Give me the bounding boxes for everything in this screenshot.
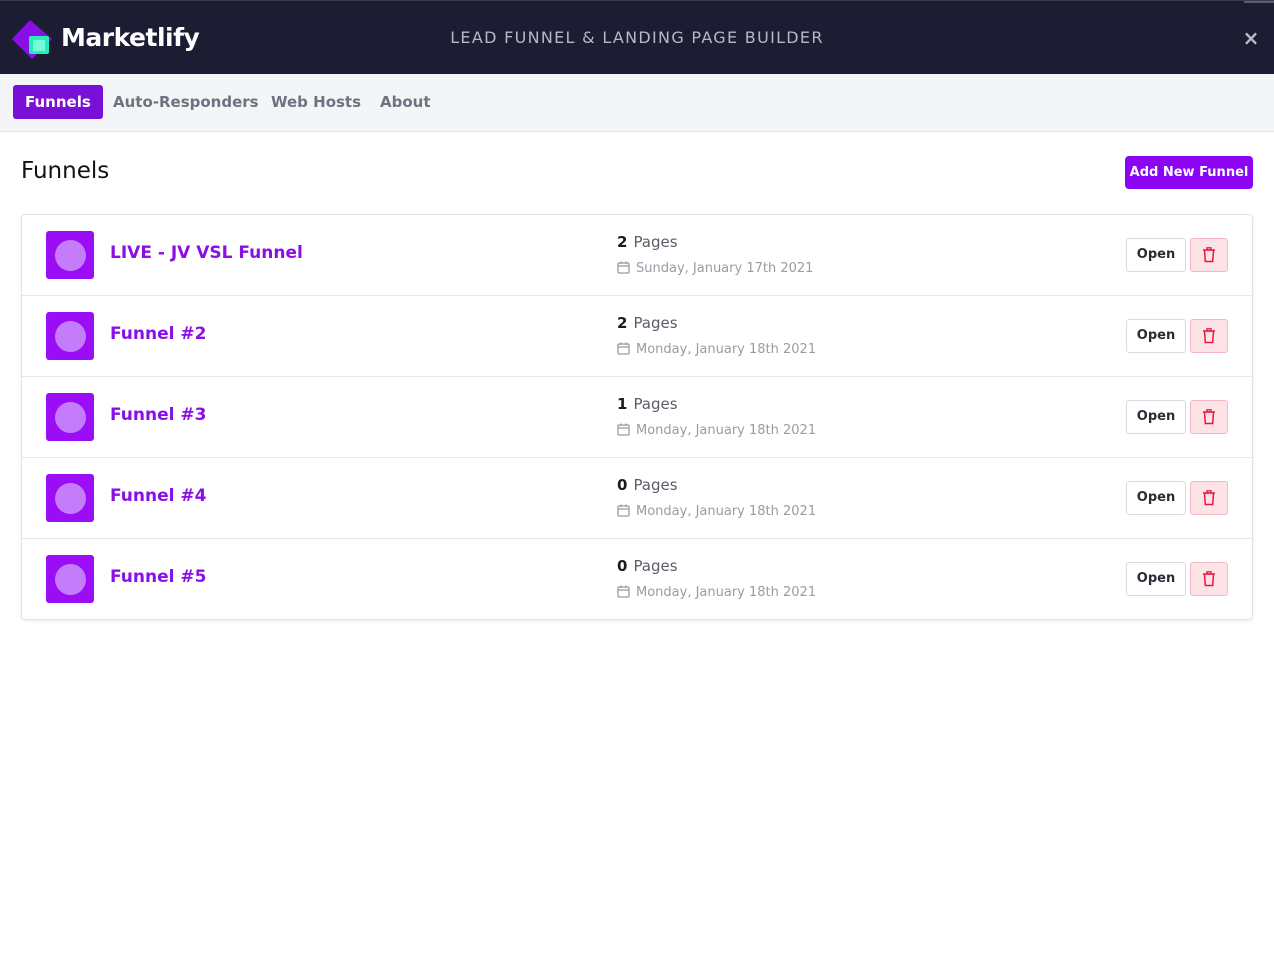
funnel-row: Funnel #2 2 Pages Monday, January 18th 20… xyxy=(22,296,1252,377)
open-button[interactable]: Open xyxy=(1126,319,1186,353)
funnel-thumbnail xyxy=(46,231,94,279)
funnel-list: LIVE - JV VSL Funnel 2 Pages Sunday, Janu… xyxy=(21,214,1253,620)
funnel-thumbnail-circle xyxy=(55,564,86,595)
app-title: LEAD FUNNEL & LANDING PAGE BUILDER xyxy=(450,28,824,47)
open-button[interactable]: Open xyxy=(1126,562,1186,596)
funnel-date-text: Sunday, January 17th 2021 xyxy=(636,261,814,276)
funnel-date-text: Monday, January 18th 2021 xyxy=(636,504,817,519)
pages-label: Pages xyxy=(633,233,678,251)
funnel-name[interactable]: Funnel #5 xyxy=(110,567,206,587)
funnel-thumbnail-circle xyxy=(55,321,86,352)
funnel-date-text: Monday, January 18th 2021 xyxy=(636,585,817,600)
calendar-icon xyxy=(617,261,630,274)
funnel-date: Monday, January 18th 2021 xyxy=(617,504,816,519)
pages-label: Pages xyxy=(633,476,678,494)
pages-label: Pages xyxy=(633,314,678,332)
trash-icon xyxy=(1203,328,1215,344)
funnel-date: Monday, January 18th 2021 xyxy=(617,342,816,357)
funnel-thumbnail-circle xyxy=(55,402,86,433)
open-button[interactable]: Open xyxy=(1126,481,1186,515)
close-icon[interactable]: × xyxy=(1240,25,1262,51)
trash-icon xyxy=(1203,490,1215,506)
funnel-row: Funnel #3 1 Pages Monday, January 18th 20… xyxy=(22,377,1252,458)
funnel-date-text: Monday, January 18th 2021 xyxy=(636,423,817,438)
tab-web-hosts[interactable]: Web Hosts xyxy=(259,85,373,119)
page-title: Funnels xyxy=(21,158,110,184)
page-count-value: 2 xyxy=(617,233,628,251)
funnel-thumbnail-circle xyxy=(55,240,86,271)
calendar-icon xyxy=(617,342,630,355)
trash-icon xyxy=(1203,409,1215,425)
delete-button[interactable] xyxy=(1190,238,1228,272)
delete-button[interactable] xyxy=(1190,481,1228,515)
delete-button[interactable] xyxy=(1190,319,1228,353)
page-count: 0 Pages xyxy=(617,476,678,494)
page-count-value: 2 xyxy=(617,314,628,332)
funnel-thumbnail-circle xyxy=(55,483,86,514)
pages-label: Pages xyxy=(633,395,678,413)
delete-button[interactable] xyxy=(1190,400,1228,434)
funnel-date: Monday, January 18th 2021 xyxy=(617,585,816,600)
funnel-date-text: Monday, January 18th 2021 xyxy=(636,342,817,357)
title-bar: Marketlify LEAD FUNNEL & LANDING PAGE BU… xyxy=(0,0,1274,74)
funnel-thumbnail xyxy=(46,555,94,603)
funnel-thumbnail xyxy=(46,393,94,441)
funnel-name[interactable]: LIVE - JV VSL Funnel xyxy=(110,243,303,263)
window-edge xyxy=(1244,1,1274,3)
funnel-date: Monday, January 18th 2021 xyxy=(617,423,816,438)
pages-label: Pages xyxy=(633,557,678,575)
tab-funnels[interactable]: Funnels xyxy=(13,85,103,119)
add-new-funnel-button[interactable]: Add New Funnel xyxy=(1125,156,1253,189)
funnel-thumbnail xyxy=(46,474,94,522)
tab-bar: Funnels Auto-Responders Web Hosts About xyxy=(0,74,1274,132)
funnel-row: LIVE - JV VSL Funnel 2 Pages Sunday, Janu… xyxy=(22,215,1252,296)
trash-icon xyxy=(1203,247,1215,263)
calendar-icon xyxy=(617,504,630,517)
trash-icon xyxy=(1203,571,1215,587)
page-count-value: 0 xyxy=(617,557,628,575)
funnel-name[interactable]: Funnel #4 xyxy=(110,486,206,506)
funnel-row: Funnel #4 0 Pages Monday, January 18th 20… xyxy=(22,458,1252,539)
tab-about[interactable]: About xyxy=(368,85,443,119)
page-count: 2 Pages xyxy=(617,314,678,332)
page-count: 0 Pages xyxy=(617,557,678,575)
open-button[interactable]: Open xyxy=(1126,400,1186,434)
tab-auto-responders[interactable]: Auto-Responders xyxy=(101,85,271,119)
page-count: 2 Pages xyxy=(617,233,678,251)
open-button[interactable]: Open xyxy=(1126,238,1186,272)
page-count-value: 1 xyxy=(617,395,628,413)
funnel-name[interactable]: Funnel #3 xyxy=(110,405,206,425)
calendar-icon xyxy=(617,423,630,436)
page-count-value: 0 xyxy=(617,476,628,494)
funnel-name[interactable]: Funnel #2 xyxy=(110,324,206,344)
delete-button[interactable] xyxy=(1190,562,1228,596)
page-count: 1 Pages xyxy=(617,395,678,413)
funnel-thumbnail xyxy=(46,312,94,360)
calendar-icon xyxy=(617,585,630,598)
funnel-row: Funnel #5 0 Pages Monday, January 18th 20… xyxy=(22,539,1252,620)
funnel-date: Sunday, January 17th 2021 xyxy=(617,261,813,276)
